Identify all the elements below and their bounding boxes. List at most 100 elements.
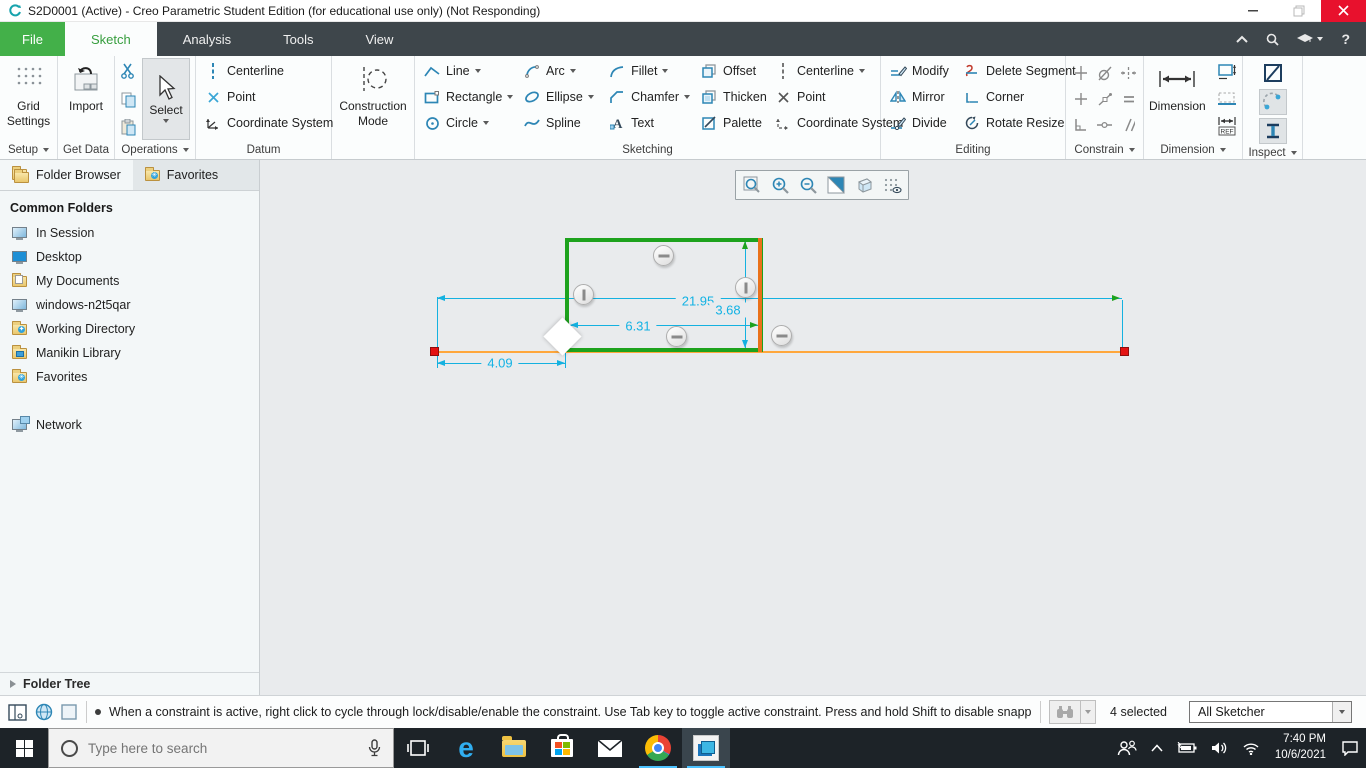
sidebar-item-manikin-library[interactable]: Manikin Library xyxy=(0,341,259,365)
zoom-fit-button[interactable] xyxy=(740,173,764,197)
constraint-parallel-button[interactable] xyxy=(1118,114,1140,136)
wifi-icon[interactable] xyxy=(1235,728,1267,768)
model-tree-toggle-icon[interactable] xyxy=(61,703,78,721)
sidebar-item-computer[interactable]: windows-n2t5qar xyxy=(0,293,259,317)
collapse-ribbon-icon[interactable] xyxy=(1236,35,1249,43)
tool-thicken[interactable]: Thicken xyxy=(695,84,769,110)
tool-chamfer[interactable]: Chamfer xyxy=(603,84,695,110)
taskbar-clock[interactable]: 7:40 PM 10/6/2021 xyxy=(1267,732,1334,763)
taskbar-chrome[interactable] xyxy=(634,728,682,768)
dimension-value-offset-left[interactable]: 4.09 xyxy=(481,355,519,371)
construction-mode-button[interactable]: Construction Mode xyxy=(335,58,411,140)
tool-mirror[interactable]: Mirror xyxy=(884,84,958,110)
baseline-dimension-button[interactable] xyxy=(1214,87,1240,111)
web-browser-icon[interactable] xyxy=(35,703,53,721)
sketch-coordinate-system-button[interactable]: Coordinate System xyxy=(769,110,903,136)
start-button[interactable] xyxy=(0,728,48,768)
taskbar-edge[interactable]: e xyxy=(442,728,490,768)
constraint-perpendicular-button[interactable] xyxy=(1070,114,1092,136)
tool-rectangle[interactable]: Rectangle xyxy=(418,84,518,110)
copy-button[interactable] xyxy=(120,91,137,108)
taskbar-file-explorer[interactable] xyxy=(490,728,538,768)
constraint-coincident-button[interactable] xyxy=(1094,114,1116,136)
zoom-out-button[interactable] xyxy=(796,173,820,197)
tab-sketch[interactable]: Sketch xyxy=(64,22,157,56)
tool-modify[interactable]: Modify xyxy=(884,58,958,84)
tool-corner[interactable]: Corner xyxy=(958,84,1062,110)
tab-analysis[interactable]: Analysis xyxy=(157,22,257,56)
selection-filter-combobox[interactable]: All Sketcher xyxy=(1189,701,1352,723)
sketch-point-button[interactable]: Point xyxy=(769,84,877,110)
tab-favorites[interactable]: ✳ Favorites xyxy=(132,160,259,190)
tool-text[interactable]: A Text xyxy=(603,110,695,136)
tab-tools[interactable]: Tools xyxy=(257,22,339,56)
constraint-tangent-button[interactable] xyxy=(1094,62,1116,84)
people-icon[interactable] xyxy=(1110,728,1144,768)
group-label-constrain[interactable]: Constrain xyxy=(1066,140,1143,159)
group-label-operations[interactable]: Operations xyxy=(115,140,195,159)
tool-palette[interactable]: Palette xyxy=(695,110,769,136)
constraint-symmetric-button[interactable] xyxy=(1118,62,1140,84)
close-button[interactable] xyxy=(1321,0,1366,22)
browser-panel-toggle-icon[interactable] xyxy=(8,703,27,721)
constraint-horizontal-icon[interactable] xyxy=(771,325,792,346)
group-label-dimension[interactable]: Dimension xyxy=(1144,140,1242,159)
sketch-vertex[interactable] xyxy=(1120,347,1129,356)
folder-tree-toggle[interactable]: Folder Tree xyxy=(0,672,259,695)
sketch-rectangle-right-edge[interactable] xyxy=(758,238,762,352)
group-label-setup[interactable]: Setup xyxy=(0,140,57,159)
sketch-vertex[interactable] xyxy=(430,347,439,356)
minimize-button[interactable] xyxy=(1231,0,1276,22)
tool-arc[interactable]: Arc xyxy=(518,58,603,84)
display-style-button[interactable] xyxy=(852,173,876,197)
zoom-in-button[interactable] xyxy=(768,173,792,197)
reference-dimension-button[interactable]: REF xyxy=(1214,114,1240,138)
constraint-vertical-button[interactable] xyxy=(1070,62,1092,84)
dimension-button[interactable]: Dimension xyxy=(1147,58,1208,140)
tool-offset[interactable]: Offset xyxy=(695,58,769,84)
sidebar-item-in-session[interactable]: In Session xyxy=(0,221,259,245)
tool-circle[interactable]: Circle xyxy=(418,110,518,136)
microphone-icon[interactable] xyxy=(368,739,381,757)
find-dropdown-button[interactable] xyxy=(1080,701,1095,723)
constraint-horizontal-button[interactable] xyxy=(1070,88,1092,110)
restore-button[interactable] xyxy=(1276,0,1321,22)
dimension-value-width-inner[interactable]: 6.31 xyxy=(619,318,657,334)
cut-button[interactable] xyxy=(120,62,137,79)
find-button[interactable] xyxy=(1049,700,1097,724)
sidebar-item-favorites[interactable]: ✳ Favorites xyxy=(0,365,259,389)
sidebar-item-working-directory[interactable]: ✦ Working Directory xyxy=(0,317,259,341)
sketch-orientation-button[interactable] xyxy=(824,173,848,197)
import-button[interactable]: Import xyxy=(67,58,105,140)
constraint-midpoint-button[interactable] xyxy=(1094,88,1116,110)
taskbar-mail[interactable] xyxy=(586,728,634,768)
sketch-canvas[interactable]: 21.95 3.68 6.31 4.09 xyxy=(260,160,1366,695)
tab-folder-browser[interactable]: Folder Browser xyxy=(0,160,133,190)
sidebar-item-network[interactable]: Network xyxy=(0,413,259,437)
task-view-button[interactable] xyxy=(394,728,442,768)
constraint-horizontal-icon[interactable] xyxy=(666,326,687,347)
dimension-line-width-total[interactable] xyxy=(437,298,1122,299)
overlapping-geometry-button[interactable] xyxy=(1259,60,1287,86)
tab-view[interactable]: View xyxy=(339,22,419,56)
taskbar-creo[interactable] xyxy=(682,728,730,768)
shade-closed-loops-button[interactable] xyxy=(1258,118,1287,144)
sidebar-item-desktop[interactable]: Desktop xyxy=(0,245,259,269)
paste-button[interactable] xyxy=(120,119,137,136)
tool-ellipse[interactable]: Ellipse xyxy=(518,84,603,110)
tool-delete-segment[interactable]: Delete Segment xyxy=(958,58,1076,84)
tool-spline[interactable]: Spline xyxy=(518,110,603,136)
tool-divide[interactable]: Divide xyxy=(884,110,958,136)
sidebar-item-my-documents[interactable]: My Documents xyxy=(0,269,259,293)
combobox-dropdown-button[interactable] xyxy=(1332,702,1351,722)
tool-rotate-resize[interactable]: Rotate Resize xyxy=(958,110,1065,136)
highlight-open-ends-button[interactable] xyxy=(1258,89,1287,115)
datum-point-button[interactable]: Point xyxy=(199,84,338,110)
learning-connector-icon[interactable] xyxy=(1297,33,1324,45)
taskbar-search[interactable] xyxy=(48,728,394,768)
tool-fillet[interactable]: Fillet xyxy=(603,58,695,84)
constraint-horizontal-icon[interactable] xyxy=(653,245,674,266)
tray-expand-icon[interactable] xyxy=(1144,728,1170,768)
select-button[interactable]: Select xyxy=(142,58,190,140)
tool-line[interactable]: Line xyxy=(418,58,518,84)
